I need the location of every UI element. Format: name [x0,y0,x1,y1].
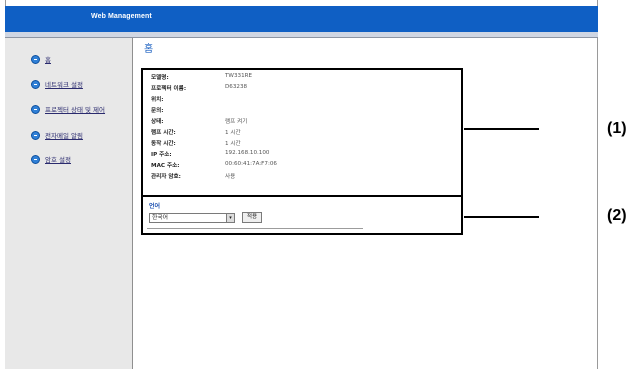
info-label: 램프 시간: [151,130,176,136]
info-label: 모델명: [151,75,169,81]
info-label: MAC 주소: [151,163,180,169]
info-value: 192.168.10.100 [225,150,270,156]
info-label: 관리자 암호: [151,174,181,180]
sidebar-item-email-alert[interactable]: 전자메일 알림 [31,129,83,141]
sidebar-item-projector-status-control[interactable]: 프로젝터 상태 및 제어 [31,103,105,115]
sidebar-item-network-settings[interactable]: 네트워크 설정 [31,78,83,90]
top-banner: Web Management [5,6,598,32]
info-label: 문의: [151,108,164,114]
bullet-icon [31,54,40,64]
sidebar-item-label: 홈 [45,56,51,64]
bullet-icon [31,104,40,114]
sidebar-item-home[interactable]: 홈 [31,53,51,65]
sidebar-item-label: 암호 설정 [45,156,71,164]
sidebar: 홈 네트워크 설정 프로젝터 상태 및 제어 전자메일 알림 암호 설정 [5,38,133,369]
language-panel: 언어 한국어 ▾ 적용 [141,195,463,235]
language-label: 언어 [149,203,161,210]
callout-line-1 [464,128,539,130]
sidebar-item-label: 프로젝터 상태 및 제어 [45,106,106,114]
callout-label-1: (1) [607,120,627,137]
info-value: TW331RE [225,73,253,79]
bullet-icon [31,130,40,140]
info-label: 상태: [151,119,164,125]
main-content: 홈 모델명: TW331RE 프로젝터 이름: D63238 위치: 문의: 상… [134,38,598,369]
sidebar-item-password-settings[interactable]: 암호 설정 [31,153,71,165]
language-select[interactable]: 한국어 ▾ [149,213,235,223]
info-label: 프로젝터 이름: [151,86,187,92]
info-value: 00:60:41:7A:F7:06 [225,161,277,167]
language-select-value: 한국어 [152,215,168,221]
sidebar-item-label: 네트워크 설정 [45,81,83,89]
bullet-icon [31,154,40,164]
dropdown-arrow-icon[interactable]: ▾ [226,214,234,222]
info-label: IP 주소: [151,152,172,158]
callout-label-2: (2) [607,207,627,224]
apply-button[interactable]: 적용 [242,212,262,223]
info-value: D63238 [225,84,248,90]
sidebar-item-label: 전자메일 알림 [45,132,83,140]
callout-line-2 [464,216,539,218]
app-title: Web Management [91,13,152,20]
info-value: 1 시간 [225,130,241,136]
info-value: 사용 [225,174,236,180]
info-label: 위치: [151,97,164,103]
divider [147,228,363,229]
bullet-icon [31,79,40,89]
info-value: 1 시간 [225,141,241,147]
info-value: 램프 켜기 [225,119,248,125]
info-label: 동작 시간: [151,141,176,147]
page-title: 홈 [144,44,154,55]
